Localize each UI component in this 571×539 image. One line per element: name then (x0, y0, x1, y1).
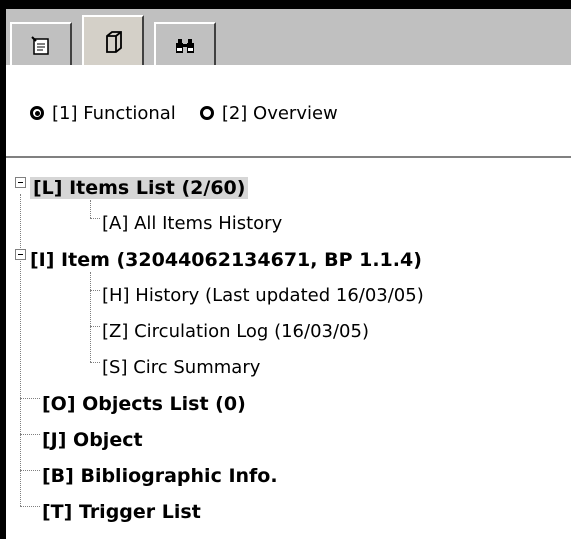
tree-item-connector (90, 272, 91, 362)
tab-strip-baseline (6, 65, 571, 67)
tree-item-label: [S] Circ Summary (102, 357, 261, 378)
collapse-icon[interactable] (15, 177, 26, 188)
binoculars-icon (174, 36, 196, 56)
radio-overview-label: [2] Overview (221, 102, 338, 124)
view-mode-radio-group: [1] Functional [2] Overview (6, 96, 566, 130)
tree-item-items-list[interactable]: [L] Items List (2/60) (30, 170, 249, 206)
tree-branch-line (90, 218, 100, 219)
tree-branch-line (20, 470, 40, 471)
tree-item-label: [H] History (Last updated 16/03/05) (102, 285, 424, 306)
window-frame-left (0, 0, 6, 539)
tree-item-object[interactable]: [J] Object (42, 422, 143, 458)
tab-notepad[interactable] (10, 22, 72, 67)
tree-item-bibliographic-info[interactable]: [B] Bibliographic Info. (42, 458, 278, 494)
tree-branch-line (90, 326, 100, 327)
document-icon (102, 30, 124, 54)
tree-item-label: [B] Bibliographic Info. (42, 465, 278, 487)
tree-branch-line (20, 398, 40, 399)
tree-item-circulation-log[interactable]: [Z] Circulation Log (16/03/05) (102, 314, 369, 350)
tree-item-label: [L] Items List (2/60) (30, 177, 249, 199)
tab-document[interactable] (82, 15, 144, 67)
tree-item-trigger-list[interactable]: [T] Trigger List (42, 494, 201, 530)
tree-item-history[interactable]: [H] History (Last updated 16/03/05) (102, 278, 424, 314)
tab-strip (6, 9, 571, 67)
tree-branch-line (20, 506, 40, 507)
radio-functional-label: [1] Functional (52, 102, 176, 124)
tree-item-label: [A] All Items History (102, 213, 283, 234)
tree-item-label: [J] Object (42, 429, 143, 451)
tree-item-all-items-history[interactable]: [A] All Items History (102, 206, 282, 242)
tree-branch-line (90, 362, 100, 363)
radio-overview[interactable]: [2] Overview (199, 102, 338, 124)
tree-item-circ-summary[interactable]: [S] Circ Summary (102, 350, 260, 386)
tree-item-item[interactable]: [I] Item (32044062134671, BP 1.1.4) (30, 242, 422, 278)
section-divider-highlight (6, 158, 571, 159)
tree-item-objects-list[interactable]: [O] Objects List (0) (42, 386, 246, 422)
tree-root-connector (20, 194, 21, 506)
notepad-icon (30, 35, 52, 56)
tree-item-label: [T] Trigger List (42, 501, 201, 523)
radio-functional[interactable]: [1] Functional (30, 103, 176, 124)
window-frame-top (0, 0, 571, 9)
tree-branch-line (20, 434, 40, 435)
tree-branch-line (90, 290, 100, 291)
radio-unselected-icon (199, 106, 214, 120)
tab-binoculars[interactable] (154, 22, 216, 67)
tree-item-label: [Z] Circulation Log (16/03/05) (102, 321, 369, 342)
radio-selected-icon (30, 106, 44, 120)
tree-item-label: [I] Item (32044062134671, BP 1.1.4) (30, 249, 422, 271)
collapse-icon[interactable] (15, 249, 26, 260)
tree-item-label: [O] Objects List (0) (42, 393, 246, 415)
